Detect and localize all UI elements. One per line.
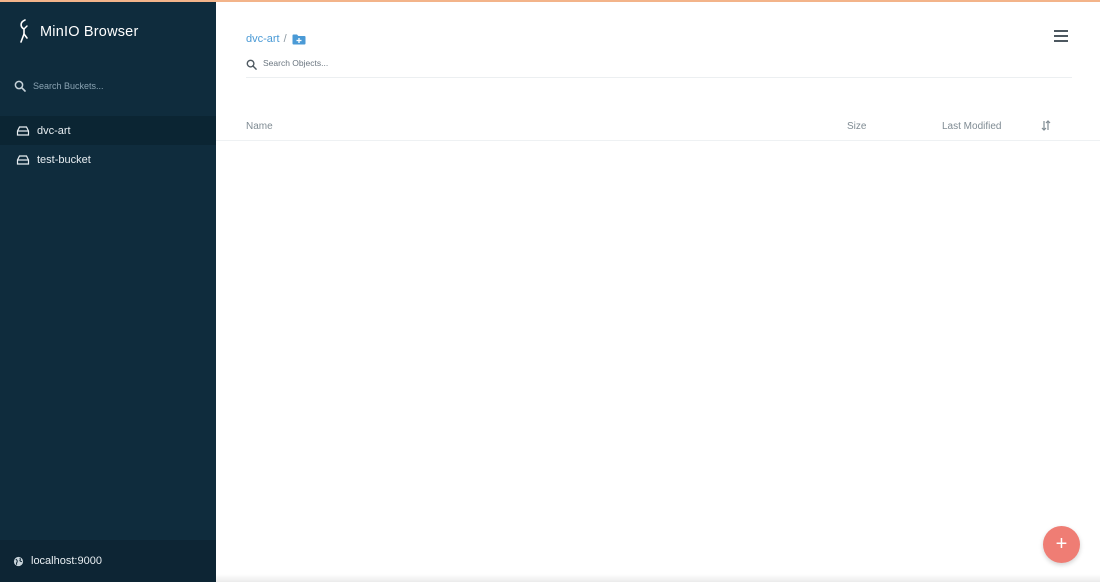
bucket-search-input[interactable] <box>33 81 193 91</box>
brand: MinIO Browser <box>14 18 138 46</box>
bucket-icon <box>16 154 30 165</box>
breadcrumb-separator: / <box>283 33 287 45</box>
sort-icon[interactable] <box>1041 120 1051 131</box>
app-title: MinIO Browser <box>40 24 139 40</box>
object-search <box>246 58 1072 78</box>
bucket-icon <box>16 125 30 136</box>
bucket-search <box>14 76 202 96</box>
plus-icon: + <box>1055 533 1068 555</box>
search-icon <box>14 80 26 92</box>
minio-logo-icon <box>20 19 28 43</box>
host-label: localhost:9000 <box>31 555 102 567</box>
column-header-size[interactable]: Size <box>847 121 866 132</box>
bottom-shadow <box>216 574 1100 582</box>
bucket-item-test-bucket[interactable]: test-bucket <box>0 145 216 174</box>
server-host: localhost:9000 <box>0 540 216 582</box>
bucket-list: dvc-art test-bucket <box>0 116 216 174</box>
add-folder-icon[interactable] <box>292 34 306 45</box>
column-header-name[interactable]: Name <box>246 121 273 132</box>
object-search-input[interactable] <box>263 58 1043 68</box>
menu-icon[interactable] <box>1054 30 1068 43</box>
column-header-last-modified[interactable]: Last Modified <box>942 121 1001 132</box>
globe-icon <box>13 556 24 566</box>
object-table-header: Name Size Last Modified <box>216 112 1100 141</box>
bucket-item-label: dvc-art <box>37 124 71 137</box>
sidebar: MinIO Browser dvc-art test-bucket <box>0 0 216 582</box>
bucket-item-label: test-bucket <box>37 153 91 166</box>
search-icon <box>246 59 257 70</box>
breadcrumb: dvc-art / <box>246 33 306 45</box>
add-button[interactable]: + <box>1043 526 1080 563</box>
breadcrumb-bucket-link[interactable]: dvc-art <box>246 33 280 45</box>
bucket-item-dvc-art[interactable]: dvc-art <box>0 116 216 145</box>
main-content: dvc-art / Name Size Last Modified + <box>216 0 1100 582</box>
top-accent-line <box>0 0 1100 2</box>
